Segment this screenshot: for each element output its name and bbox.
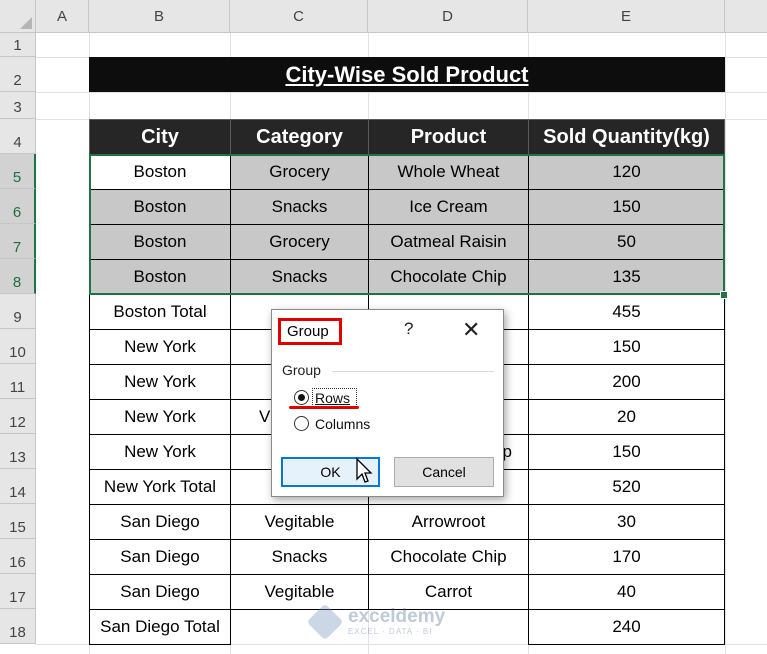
row-header-3[interactable]: 3 xyxy=(0,92,36,119)
cell-quantity[interactable]: 150 xyxy=(528,189,725,225)
fill-handle[interactable] xyxy=(720,291,728,299)
cell-city[interactable]: New York xyxy=(89,399,231,435)
row-header-16[interactable]: 16 xyxy=(0,539,36,574)
cell-city[interactable]: Boston xyxy=(89,154,231,190)
gridline xyxy=(725,33,726,654)
mouse-pointer-icon xyxy=(356,457,373,483)
cell-product[interactable]: Chocolate Chip xyxy=(368,539,529,575)
cell-quantity[interactable]: 455 xyxy=(528,294,725,330)
rows-radio[interactable] xyxy=(294,390,309,405)
row-header-12[interactable]: 12 xyxy=(0,399,36,434)
column-header-blank[interactable] xyxy=(725,0,767,33)
columns-radio[interactable] xyxy=(294,416,309,431)
watermark: exceldemy EXCEL · DATA · BI xyxy=(306,603,446,640)
watermark-name: exceldemy xyxy=(348,606,446,627)
cell-category[interactable]: Snacks xyxy=(230,259,369,295)
rows-highlight-underline xyxy=(289,406,359,409)
row-header-4[interactable]: 4 xyxy=(0,119,36,154)
cell-city[interactable]: New York xyxy=(89,434,231,470)
row-header-18[interactable]: 18 xyxy=(0,609,36,644)
column-header-c[interactable]: C xyxy=(230,0,368,33)
cell-city[interactable]: Boston xyxy=(89,259,231,295)
row-header-14[interactable]: 14 xyxy=(0,469,36,504)
cell-city[interactable]: New York Total xyxy=(89,469,231,505)
cell-category[interactable]: Grocery xyxy=(230,224,369,260)
row-header-7[interactable]: 7 xyxy=(0,224,36,259)
header-city[interactable]: City xyxy=(89,119,231,155)
close-icon[interactable]: ✕ xyxy=(462,317,480,343)
dialog-title: Group xyxy=(278,318,342,345)
column-header-d[interactable]: D xyxy=(368,0,528,33)
cell-quantity[interactable]: 135 xyxy=(528,259,725,295)
cell-quantity[interactable]: 20 xyxy=(528,399,725,435)
row-header-11[interactable]: 11 xyxy=(0,364,36,399)
cell-category[interactable]: Vegitable xyxy=(230,574,369,610)
cell-product[interactable]: Chocolate Chip xyxy=(368,259,529,295)
header-category[interactable]: Category xyxy=(230,119,369,155)
group-section-divider xyxy=(332,371,494,372)
cell-category[interactable]: Snacks xyxy=(230,539,369,575)
cell-city[interactable]: San Diego xyxy=(89,574,231,610)
column-header-e[interactable]: E xyxy=(528,0,725,33)
gridline xyxy=(36,92,767,93)
cell-product[interactable]: Ice Cream xyxy=(368,189,529,225)
cell-product[interactable]: Whole Wheat xyxy=(368,154,529,190)
cell-category[interactable]: Vegitable xyxy=(230,504,369,540)
cell-quantity[interactable]: 150 xyxy=(528,329,725,365)
row-header-17[interactable]: 17 xyxy=(0,574,36,609)
column-header-b[interactable]: B xyxy=(89,0,230,33)
cell-quantity[interactable]: 150 xyxy=(528,434,725,470)
cell-quantity[interactable]: 200 xyxy=(528,364,725,400)
group-dialog: Group ? ✕ Group Rows Columns OK Cancel xyxy=(271,309,504,497)
cell-quantity[interactable]: 240 xyxy=(528,609,725,645)
cell-city[interactable]: San Diego Total xyxy=(89,609,231,645)
cell-city[interactable]: New York xyxy=(89,329,231,365)
cell-city[interactable]: New York xyxy=(89,364,231,400)
cell-city[interactable]: San Diego xyxy=(89,539,231,575)
cell-quantity[interactable]: 40 xyxy=(528,574,725,610)
cell-city[interactable]: Boston xyxy=(89,189,231,225)
cell-product[interactable]: Oatmeal Raisin xyxy=(368,224,529,260)
columns-label[interactable]: Columns xyxy=(315,416,370,432)
row-header-2[interactable]: 2 xyxy=(0,57,36,92)
cell-quantity[interactable]: 520 xyxy=(528,469,725,505)
rows-label[interactable]: Rows xyxy=(315,390,350,406)
cell-city[interactable]: Boston xyxy=(89,224,231,260)
group-section-label: Group xyxy=(282,362,321,378)
cell-quantity[interactable]: 120 xyxy=(528,154,725,190)
row-header-9[interactable]: 9 xyxy=(0,294,36,329)
row-header-6[interactable]: 6 xyxy=(0,189,36,224)
cell-category[interactable]: Snacks xyxy=(230,189,369,225)
cell-city[interactable]: San Diego xyxy=(89,504,231,540)
header-sold-quantity[interactable]: Sold Quantity(kg) xyxy=(528,119,725,155)
cell-product[interactable]: Carrot xyxy=(368,574,529,610)
cell-city[interactable]: Boston Total xyxy=(89,294,231,330)
row-header-15[interactable]: 15 xyxy=(0,504,36,539)
exceldemy-logo-icon xyxy=(306,603,344,640)
sheet-title[interactable]: City-Wise Sold Product xyxy=(89,57,725,92)
cell-quantity[interactable]: 170 xyxy=(528,539,725,575)
row-header-8[interactable]: 8 xyxy=(0,259,36,294)
cell-quantity[interactable]: 50 xyxy=(528,224,725,260)
cell-quantity[interactable]: 30 xyxy=(528,504,725,540)
cancel-button[interactable]: Cancel xyxy=(394,457,494,487)
cell-category[interactable]: Grocery xyxy=(230,154,369,190)
column-header-a[interactable]: A xyxy=(36,0,89,33)
cell-product[interactable]: Arrowroot xyxy=(368,504,529,540)
header-product[interactable]: Product xyxy=(368,119,529,155)
row-header-10[interactable]: 10 xyxy=(0,329,36,364)
row-header-1[interactable]: 1 xyxy=(0,33,36,57)
watermark-tagline: EXCEL · DATA · BI xyxy=(348,627,433,636)
select-all-corner[interactable] xyxy=(0,0,36,33)
select-all-triangle-icon xyxy=(20,17,32,29)
row-header-5[interactable]: 5 xyxy=(0,154,36,189)
help-icon[interactable]: ? xyxy=(404,319,413,339)
row-header-13[interactable]: 13 xyxy=(0,434,36,469)
